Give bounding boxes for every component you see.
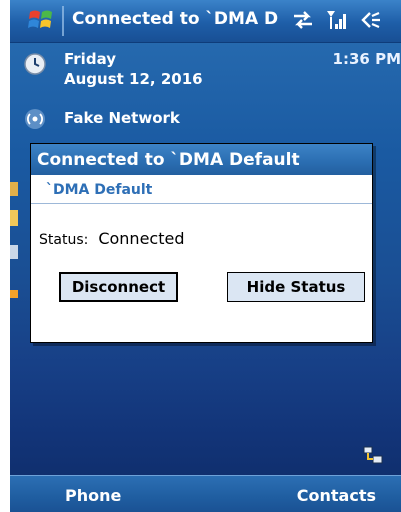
- softkey-bar: Phone Contacts: [10, 475, 401, 512]
- hide-status-button[interactable]: Hide Status: [227, 272, 365, 302]
- title-bar: Connected to `DMA D: [10, 0, 401, 43]
- status-label: Status:: [39, 232, 89, 248]
- today-date: August 12, 2016: [64, 70, 203, 88]
- connection-status-dialog: Connected to `DMA Default `DMA Default S…: [30, 143, 373, 343]
- status-value: Connected: [98, 229, 185, 248]
- speaker-icon[interactable]: [360, 10, 382, 30]
- background-icon-fragment: [10, 245, 18, 259]
- device-screen: Connected to `DMA D Friday August 12, 20…: [10, 0, 401, 512]
- window-title: Connected to `DMA D: [72, 9, 279, 29]
- background-icon-fragment: [10, 290, 18, 298]
- dialog-network-name: `DMA Default: [46, 182, 153, 198]
- background-icon-fragment: [10, 210, 18, 226]
- softkey-contacts[interactable]: Contacts: [297, 486, 376, 505]
- windows-flag-icon[interactable]: [28, 7, 54, 33]
- dialog-title: Connected to `DMA Default: [37, 150, 300, 170]
- status-icons: [292, 9, 382, 31]
- today-day: Friday: [64, 50, 117, 68]
- today-time: 1:36 PM: [332, 50, 401, 68]
- background-icon-fragment: [10, 182, 18, 196]
- connection-arrows-icon[interactable]: [292, 10, 314, 30]
- dialog-network-header: `DMA Default: [31, 176, 372, 204]
- softkey-phone[interactable]: Phone: [65, 486, 121, 505]
- connection-status: Status: Connected: [39, 229, 184, 248]
- title-separator: [62, 6, 64, 36]
- network-name: Fake Network: [64, 109, 180, 127]
- network-tray-icon[interactable]: [362, 445, 384, 465]
- signal-strength-icon[interactable]: [326, 9, 348, 31]
- dialog-title-bar: Connected to `DMA Default: [31, 144, 372, 175]
- network-item[interactable]: Fake Network: [10, 105, 401, 133]
- left-frame: [0, 0, 10, 512]
- today-date-item[interactable]: Friday August 12, 2016 1:36 PM: [10, 44, 401, 100]
- wireless-network-icon: [25, 109, 45, 129]
- clock-icon: [24, 53, 46, 75]
- disconnect-button[interactable]: Disconnect: [59, 272, 178, 302]
